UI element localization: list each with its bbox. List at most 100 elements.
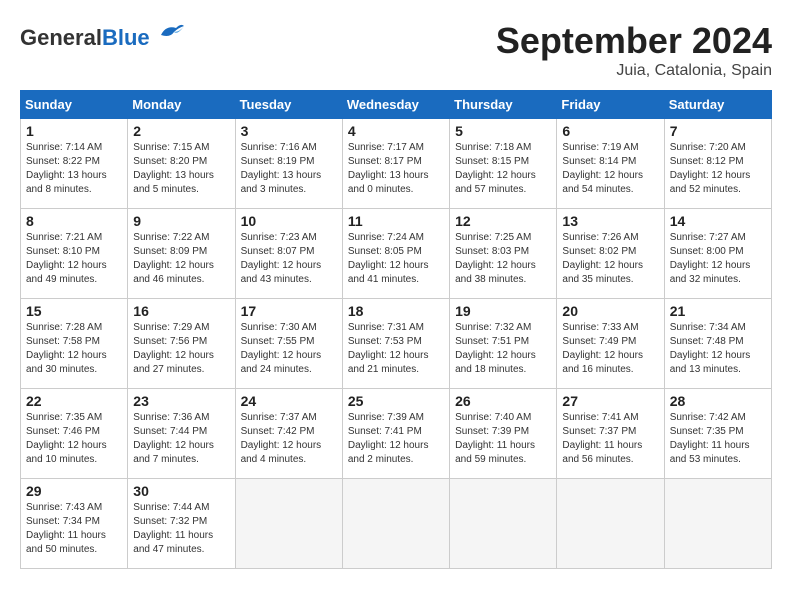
day-info: Sunrise: 7:19 AMSunset: 8:14 PMDaylight:…: [562, 141, 658, 197]
month-year-title: September 2024: [496, 20, 772, 62]
col-thursday: Thursday: [450, 91, 557, 119]
day-info: Sunrise: 7:34 AMSunset: 7:48 PMDaylight:…: [670, 321, 766, 377]
day-info: Sunrise: 7:21 AMSunset: 8:10 PMDaylight:…: [26, 231, 122, 287]
day-number: 22: [26, 393, 122, 409]
table-row: [557, 479, 664, 569]
day-number: 7: [670, 123, 766, 139]
day-info: Sunrise: 7:15 AMSunset: 8:20 PMDaylight:…: [133, 141, 229, 197]
day-info: Sunrise: 7:41 AMSunset: 7:37 PMDaylight:…: [562, 411, 658, 467]
col-tuesday: Tuesday: [235, 91, 342, 119]
col-friday: Friday: [557, 91, 664, 119]
day-number: 1: [26, 123, 122, 139]
table-row: [342, 479, 449, 569]
table-row: 24 Sunrise: 7:37 AMSunset: 7:42 PMDayligh…: [235, 389, 342, 479]
logo-bird-icon: [156, 20, 186, 45]
table-row: 30Sunrise: 7:44 AMSunset: 7:32 PMDayligh…: [128, 479, 235, 569]
col-monday: Monday: [128, 91, 235, 119]
day-number: 16: [133, 303, 229, 319]
day-number: 23: [133, 393, 229, 409]
logo-blue-text: Blue: [102, 25, 150, 50]
day-number: 12: [455, 213, 551, 229]
table-row: 28 Sunrise: 7:42 AMSunset: 7:35 PMDayligh…: [664, 389, 771, 479]
day-number: 18: [348, 303, 444, 319]
day-number: 14: [670, 213, 766, 229]
calendar-week-1: 1 Sunrise: 7:14 AMSunset: 8:22 PMDaylight…: [21, 119, 772, 209]
table-row: 23 Sunrise: 7:36 AMSunset: 7:44 PMDayligh…: [128, 389, 235, 479]
table-row: 12 Sunrise: 7:25 AMSunset: 8:03 PMDayligh…: [450, 209, 557, 299]
day-number: 5: [455, 123, 551, 139]
day-number: 21: [670, 303, 766, 319]
table-row: 26 Sunrise: 7:40 AMSunset: 7:39 PMDayligh…: [450, 389, 557, 479]
col-sunday: Sunday: [21, 91, 128, 119]
table-row: 16 Sunrise: 7:29 AMSunset: 7:56 PMDayligh…: [128, 299, 235, 389]
table-row: 5 Sunrise: 7:18 AMSunset: 8:15 PMDaylight…: [450, 119, 557, 209]
table-row: 2 Sunrise: 7:15 AMSunset: 8:20 PMDaylight…: [128, 119, 235, 209]
calendar-week-3: 15Sunrise: 7:28 AMSunset: 7:58 PMDayligh…: [21, 299, 772, 389]
day-info: Sunrise: 7:33 AMSunset: 7:49 PMDaylight:…: [562, 321, 658, 377]
table-row: 14 Sunrise: 7:27 AMSunset: 8:00 PMDayligh…: [664, 209, 771, 299]
calendar-header-row: Sunday Monday Tuesday Wednesday Thursday…: [21, 91, 772, 119]
day-number: 8: [26, 213, 122, 229]
day-number: 11: [348, 213, 444, 229]
day-number: 26: [455, 393, 551, 409]
day-number: 20: [562, 303, 658, 319]
table-row: 3 Sunrise: 7:16 AMSunset: 8:19 PMDaylight…: [235, 119, 342, 209]
day-info: Sunrise: 7:22 AMSunset: 8:09 PMDaylight:…: [133, 231, 229, 287]
day-info: Sunrise: 7:14 AMSunset: 8:22 PMDaylight:…: [26, 141, 122, 197]
calendar-week-5: 29Sunrise: 7:43 AMSunset: 7:34 PMDayligh…: [21, 479, 772, 569]
table-row: 4 Sunrise: 7:17 AMSunset: 8:17 PMDaylight…: [342, 119, 449, 209]
table-row: 27 Sunrise: 7:41 AMSunset: 7:37 PMDayligh…: [557, 389, 664, 479]
day-number: 2: [133, 123, 229, 139]
day-number: 19: [455, 303, 551, 319]
day-number: 3: [241, 123, 337, 139]
day-info: Sunrise: 7:24 AMSunset: 8:05 PMDaylight:…: [348, 231, 444, 287]
table-row: 20 Sunrise: 7:33 AMSunset: 7:49 PMDayligh…: [557, 299, 664, 389]
day-info: Sunrise: 7:36 AMSunset: 7:44 PMDaylight:…: [133, 411, 229, 467]
table-row: 29Sunrise: 7:43 AMSunset: 7:34 PMDayligh…: [21, 479, 128, 569]
table-row: 18 Sunrise: 7:31 AMSunset: 7:53 PMDayligh…: [342, 299, 449, 389]
day-number: 30: [133, 483, 229, 499]
calendar-table: Sunday Monday Tuesday Wednesday Thursday…: [20, 90, 772, 569]
table-row: 19 Sunrise: 7:32 AMSunset: 7:51 PMDayligh…: [450, 299, 557, 389]
day-info: Sunrise: 7:37 AMSunset: 7:42 PMDaylight:…: [241, 411, 337, 467]
col-wednesday: Wednesday: [342, 91, 449, 119]
day-number: 29: [26, 483, 122, 499]
table-row: [450, 479, 557, 569]
table-row: 6 Sunrise: 7:19 AMSunset: 8:14 PMDaylight…: [557, 119, 664, 209]
day-number: 24: [241, 393, 337, 409]
day-info: Sunrise: 7:42 AMSunset: 7:35 PMDaylight:…: [670, 411, 766, 467]
day-info: Sunrise: 7:30 AMSunset: 7:55 PMDaylight:…: [241, 321, 337, 377]
table-row: 25Sunrise: 7:39 AMSunset: 7:41 PMDayligh…: [342, 389, 449, 479]
day-info: Sunrise: 7:17 AMSunset: 8:17 PMDaylight:…: [348, 141, 444, 197]
calendar-week-2: 8 Sunrise: 7:21 AMSunset: 8:10 PMDaylight…: [21, 209, 772, 299]
day-info: Sunrise: 7:27 AMSunset: 8:00 PMDaylight:…: [670, 231, 766, 287]
col-saturday: Saturday: [664, 91, 771, 119]
day-number: 4: [348, 123, 444, 139]
day-number: 27: [562, 393, 658, 409]
day-info: Sunrise: 7:25 AMSunset: 8:03 PMDaylight:…: [455, 231, 551, 287]
day-number: 28: [670, 393, 766, 409]
logo: GeneralBlue: [20, 20, 186, 51]
table-row: 11 Sunrise: 7:24 AMSunset: 8:05 PMDayligh…: [342, 209, 449, 299]
location-subtitle: Juia, Catalonia, Spain: [496, 62, 772, 80]
day-info: Sunrise: 7:16 AMSunset: 8:19 PMDaylight:…: [241, 141, 337, 197]
table-row: 8 Sunrise: 7:21 AMSunset: 8:10 PMDaylight…: [21, 209, 128, 299]
day-info: Sunrise: 7:18 AMSunset: 8:15 PMDaylight:…: [455, 141, 551, 197]
table-row: 13 Sunrise: 7:26 AMSunset: 8:02 PMDayligh…: [557, 209, 664, 299]
day-info: Sunrise: 7:29 AMSunset: 7:56 PMDaylight:…: [133, 321, 229, 377]
day-info: Sunrise: 7:23 AMSunset: 8:07 PMDaylight:…: [241, 231, 337, 287]
table-row: 17Sunrise: 7:30 AMSunset: 7:55 PMDayligh…: [235, 299, 342, 389]
calendar-week-4: 22 Sunrise: 7:35 AMSunset: 7:46 PMDayligh…: [21, 389, 772, 479]
day-number: 13: [562, 213, 658, 229]
table-row: 15Sunrise: 7:28 AMSunset: 7:58 PMDayligh…: [21, 299, 128, 389]
day-number: 10: [241, 213, 337, 229]
day-info: Sunrise: 7:40 AMSunset: 7:39 PMDaylight:…: [455, 411, 551, 467]
day-info: Sunrise: 7:26 AMSunset: 8:02 PMDaylight:…: [562, 231, 658, 287]
day-info: Sunrise: 7:32 AMSunset: 7:51 PMDaylight:…: [455, 321, 551, 377]
day-info: Sunrise: 7:31 AMSunset: 7:53 PMDaylight:…: [348, 321, 444, 377]
day-number: 6: [562, 123, 658, 139]
table-row: [664, 479, 771, 569]
table-row: 9Sunrise: 7:22 AMSunset: 8:09 PMDaylight…: [128, 209, 235, 299]
day-info: Sunrise: 7:35 AMSunset: 7:46 PMDaylight:…: [26, 411, 122, 467]
logo-general-text: General: [20, 25, 102, 50]
